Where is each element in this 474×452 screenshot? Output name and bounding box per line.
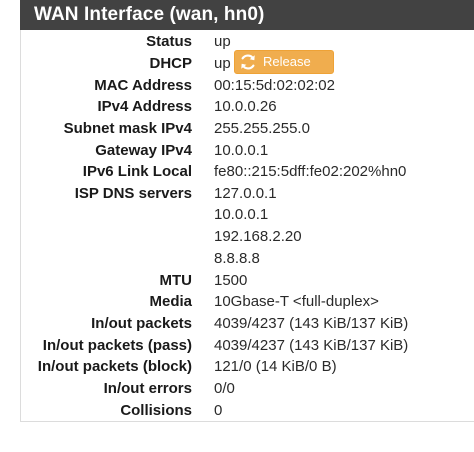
- inout-packets-pass-label: In/out packets (pass): [42, 337, 192, 354]
- status-label: Status: [146, 33, 192, 50]
- inout-packets-block-label: In/out packets (block): [37, 358, 192, 375]
- row-inout-packets: In/out packets 4039/4237 (143 KiB/137 Ki…: [20, 315, 474, 336]
- dhcp-value: up: [214, 55, 231, 72]
- gateway-value: 10.0.0.1: [214, 142, 269, 159]
- inout-errors-label: In/out errors: [103, 380, 192, 397]
- row-dns-servers: ISP DNS servers 127.0.0.1: [20, 185, 474, 206]
- dhcp-label: DHCP: [149, 55, 192, 72]
- subnet-mask-label: Subnet mask IPv4: [63, 120, 192, 137]
- inout-packets-label: In/out packets: [91, 315, 192, 332]
- mtu-label: MTU: [159, 272, 193, 289]
- ipv6-link-local-value: fe80::215:5dff:fe02:202%hn0: [214, 163, 407, 180]
- release-button[interactable]: Release: [234, 50, 334, 74]
- inout-errors-value: 0/0: [214, 380, 235, 397]
- row-dhcp: DHCP up Release: [20, 50, 474, 76]
- inout-packets-value: 4039/4237 (143 KiB/137 KiB): [214, 315, 409, 332]
- refresh-icon: [241, 54, 255, 70]
- mac-address-value: 00:15:5d:02:02:02: [214, 77, 335, 94]
- media-label: Media: [149, 293, 192, 310]
- dns-server-value: 8.8.8.8: [214, 250, 260, 267]
- inout-packets-pass-value: 4039/4237 (143 KiB/137 KiB): [214, 337, 409, 354]
- row-dns-server-2: 10.0.0.1: [20, 206, 474, 227]
- panel-header: WAN Interface (wan, hn0): [20, 0, 474, 30]
- ipv6-link-local-label: IPv6 Link Local: [82, 163, 192, 180]
- inout-packets-block-value: 121/0 (14 KiB/0 B): [214, 358, 337, 375]
- collisions-value: 0: [214, 402, 223, 419]
- row-inout-packets-block: In/out packets (block) 121/0 (14 KiB/0 B…: [20, 358, 474, 379]
- release-button-label: Release: [263, 54, 311, 69]
- dns-server-value: 127.0.0.1: [214, 185, 277, 202]
- dns-servers-label: ISP DNS servers: [74, 185, 192, 202]
- ipv4-address-label: IPv4 Address: [97, 98, 193, 115]
- row-gateway: Gateway IPv4 10.0.0.1: [20, 142, 474, 163]
- dns-server-value: 192.168.2.20: [214, 228, 302, 245]
- panel-title: WAN Interface (wan, hn0): [34, 4, 265, 25]
- row-media: Media 10Gbase-T <full-duplex>: [20, 293, 474, 314]
- media-value: 10Gbase-T <full-duplex>: [214, 293, 379, 310]
- status-value: up: [214, 33, 231, 50]
- ipv4-address-value: 10.0.0.26: [214, 98, 277, 115]
- row-ipv6-link-local: IPv6 Link Local fe80::215:5dff:fe02:202%…: [20, 163, 474, 184]
- dns-server-value: 10.0.0.1: [214, 206, 269, 223]
- row-mac-address: MAC Address 00:15:5d:02:02:02: [20, 77, 474, 98]
- mac-address-label: MAC Address: [94, 77, 192, 94]
- row-dns-server-4: 8.8.8.8: [20, 250, 474, 271]
- row-inout-errors: In/out errors 0/0: [20, 380, 474, 401]
- row-subnet-mask: Subnet mask IPv4 255.255.255.0: [20, 120, 474, 141]
- row-dns-server-3: 192.168.2.20: [20, 228, 474, 249]
- row-mtu: MTU 1500: [20, 272, 474, 293]
- mtu-value: 1500: [214, 272, 248, 289]
- subnet-mask-value: 255.255.255.0: [214, 120, 310, 137]
- row-collisions: Collisions 0: [20, 402, 474, 423]
- row-inout-packets-pass: In/out packets (pass) 4039/4237 (143 KiB…: [20, 337, 474, 358]
- collisions-label: Collisions: [120, 402, 192, 419]
- row-ipv4-address: IPv4 Address 10.0.0.26: [20, 98, 474, 119]
- gateway-label: Gateway IPv4: [95, 142, 192, 159]
